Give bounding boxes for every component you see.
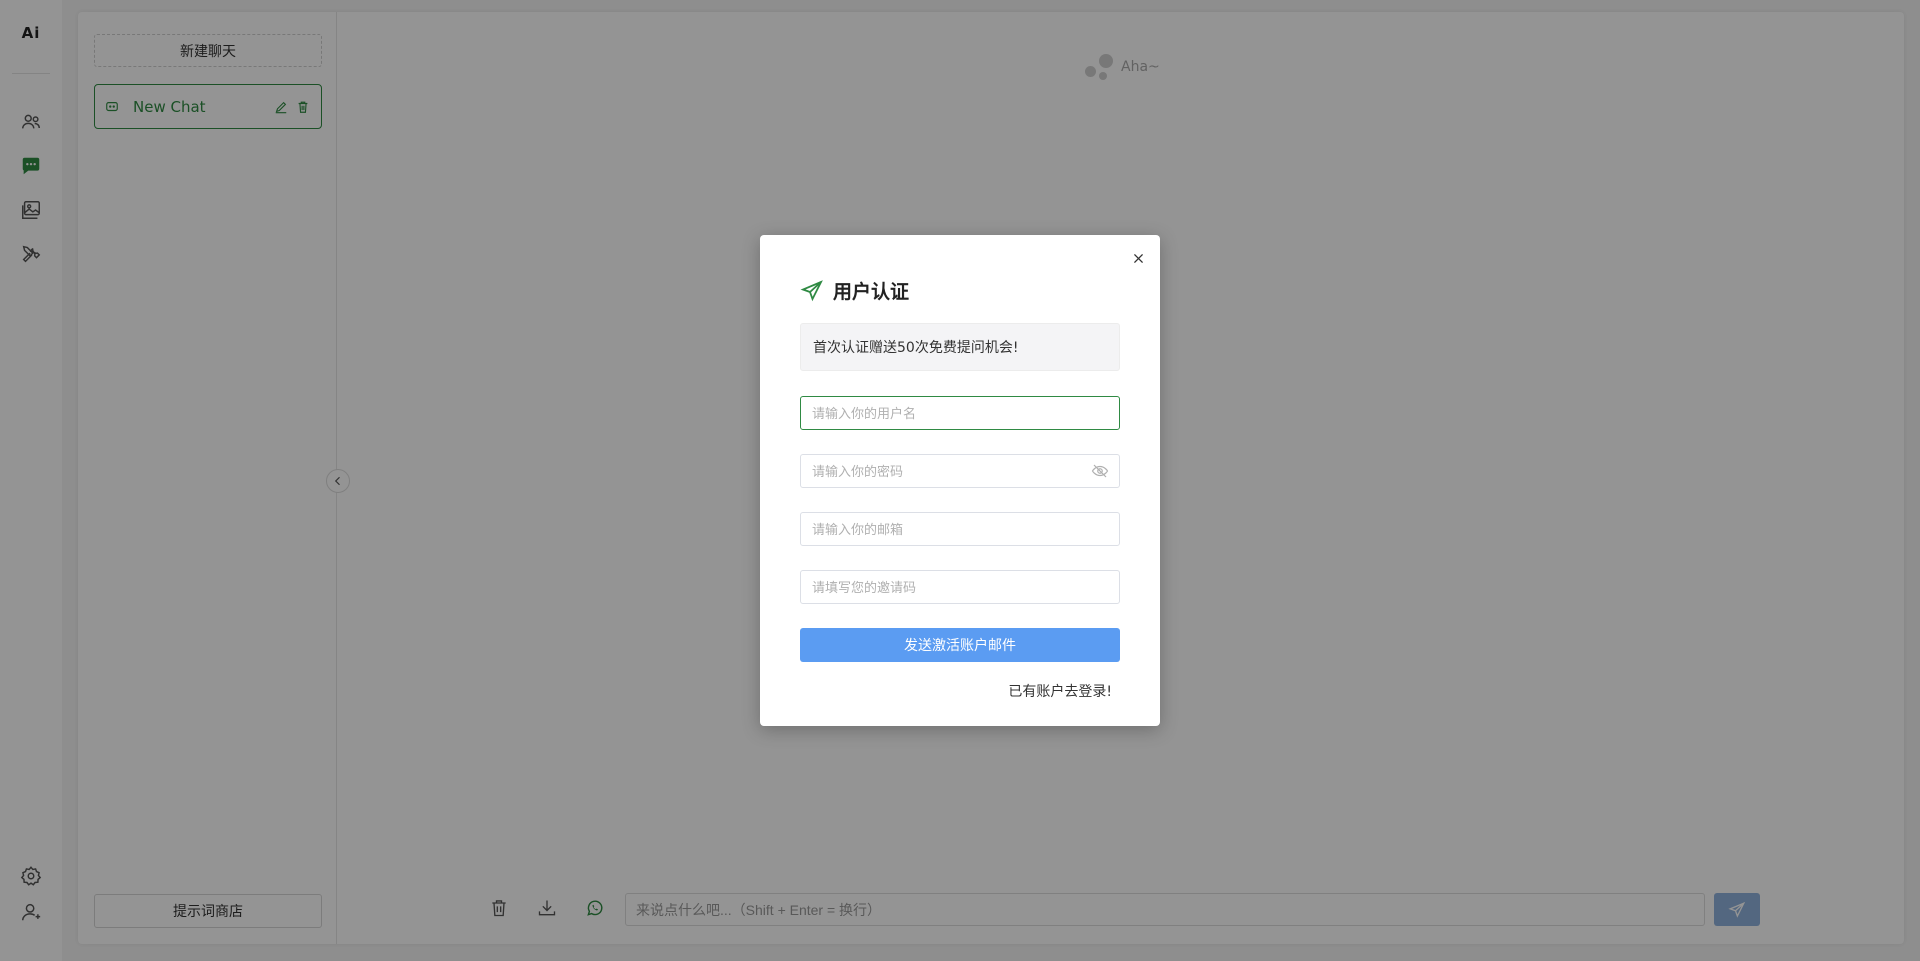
- password-field-wrapper: [800, 454, 1120, 488]
- invite-code-field[interactable]: [801, 571, 1119, 603]
- email-field[interactable]: [801, 513, 1119, 545]
- password-field[interactable]: [801, 455, 1091, 487]
- paper-plane-icon: [800, 279, 823, 301]
- close-icon[interactable]: [1128, 248, 1148, 268]
- username-field[interactable]: [801, 397, 1119, 429]
- login-link[interactable]: 已有账户去登录!: [1008, 681, 1112, 701]
- username-field-wrapper: [800, 396, 1120, 430]
- modal-header: 用户认证: [800, 277, 909, 304]
- notice-banner: 首次认证赠送50次免费提问机会!: [800, 323, 1120, 371]
- email-field-wrapper: [800, 512, 1120, 546]
- auth-modal: 用户认证 首次认证赠送50次免费提问机会! 发送激活账户邮件 已有账户去登录!: [760, 235, 1160, 726]
- send-activation-email-button[interactable]: 发送激活账户邮件: [800, 628, 1120, 662]
- invite-code-field-wrapper: [800, 570, 1120, 604]
- modal-title: 用户认证: [833, 281, 910, 303]
- eye-off-icon[interactable]: [1091, 462, 1109, 480]
